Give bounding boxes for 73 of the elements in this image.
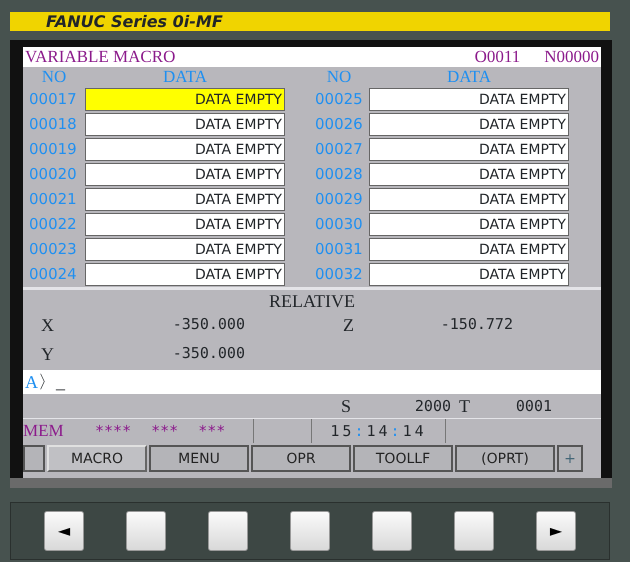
variable-number: 00025 [314,89,364,110]
variable-value[interactable]: DATA EMPTY [85,238,285,261]
mode-indicator: MEM [23,420,65,442]
column-header: DATA [162,67,208,87]
variable-value[interactable]: DATA EMPTY [369,138,569,161]
variable-number: 00028 [314,164,364,186]
arrow-key[interactable]: ► [536,511,576,551]
softkey[interactable] [23,445,45,472]
variable-value[interactable]: DATA EMPTY [369,213,569,236]
variable-value[interactable]: DATA EMPTY [369,113,569,136]
screen-title: VARIABLE MACRO [25,47,176,67]
variable-number: 00026 [314,114,364,136]
axis-value: -350.000 [172,314,245,335]
variable-number: 00031 [314,239,364,260]
variable-value[interactable]: DATA EMPTY [85,88,285,111]
variable-number: 00021 [28,189,78,210]
program-number: O0011 [474,47,520,67]
axis-label: X [41,314,55,337]
status-field: *** [151,419,178,443]
soft-key[interactable] [372,511,412,551]
variable-value[interactable]: DATA EMPTY [369,263,569,286]
spindle-label: S [341,394,352,418]
variable-value[interactable]: DATA EMPTY [85,163,285,186]
position-title: RELATIVE [268,290,356,312]
prompt-marker: 〉 [38,371,56,394]
variable-number: 00019 [28,139,78,160]
soft-key[interactable] [126,511,166,551]
status-field: **** [95,419,132,443]
column-header: DATA [446,67,492,87]
soft-key[interactable] [454,511,494,551]
variable-value[interactable]: DATA EMPTY [85,213,285,236]
variable-value[interactable]: DATA EMPTY [85,138,285,161]
variable-value[interactable]: DATA EMPTY [85,188,285,211]
axis-label: Z [343,314,355,337]
column-header: NO [326,67,352,87]
tool-value: 0001 [514,396,552,417]
variable-number: 00029 [314,189,364,210]
axis-value: -350.000 [172,343,245,364]
variable-value[interactable]: DATA EMPTY [369,88,569,111]
axis-value: -150.772 [440,314,513,335]
softkey[interactable]: TOOLLF [353,445,453,472]
variable-number: 00022 [28,214,78,236]
soft-key[interactable] [290,511,330,551]
cursor: _ [56,371,65,394]
variable-number: 00032 [314,264,364,286]
axis-label: Y [41,343,55,366]
variable-value[interactable]: DATA EMPTY [369,188,569,211]
prompt-label: A [25,371,38,394]
soft-key[interactable] [208,511,248,551]
softkey[interactable]: MENU [149,445,249,472]
input-field[interactable]: A〉_ [23,370,601,394]
brand-title: FANUC Series 0i-MF [10,12,610,31]
spindle-value: 2000 [414,396,452,417]
variable-value[interactable]: DATA EMPTY [369,163,569,186]
variable-number: 00020 [28,164,78,186]
variable-number: 00023 [28,239,78,260]
variable-number: 00017 [28,89,78,110]
variable-number: 00030 [314,214,364,236]
status-field: *** [198,419,226,443]
variable-number: 00018 [28,114,78,136]
softkey[interactable]: (OPRT) [455,445,555,472]
column-header: NO [40,67,68,87]
variable-number: 00027 [314,139,364,160]
variable-value[interactable]: DATA EMPTY [85,263,285,286]
sequence-number: N00000 [544,47,599,67]
tool-label: T [459,394,470,418]
arrow-key[interactable]: ◄ [44,511,84,551]
softkey[interactable]: MACRO [47,445,147,472]
clock: 15:14:14 [312,419,446,443]
softkey[interactable]: OPR [251,445,351,472]
variable-value[interactable]: DATA EMPTY [369,238,569,261]
variable-value[interactable]: DATA EMPTY [85,113,285,136]
variable-number: 00024 [28,264,78,286]
